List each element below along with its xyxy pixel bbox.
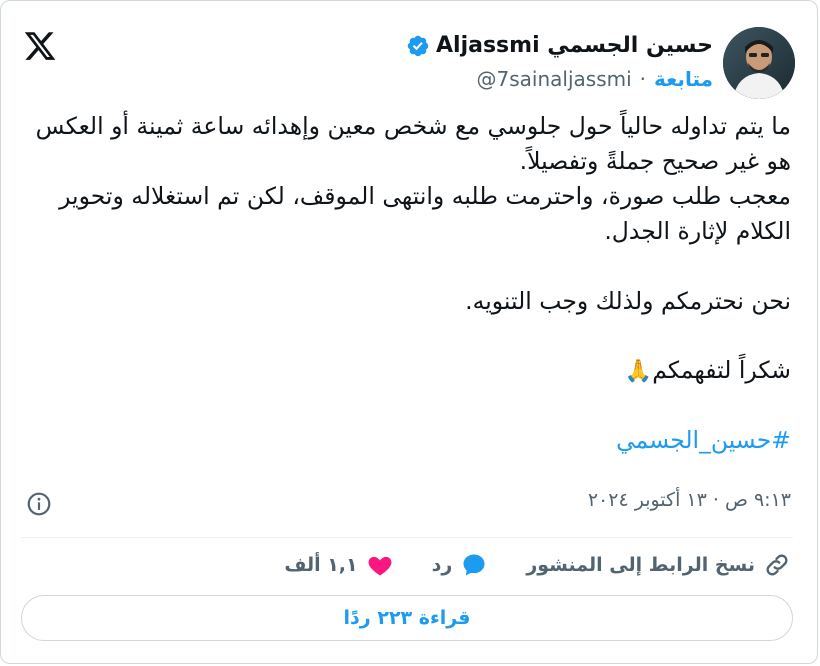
hashtag-link[interactable]: #حسين_الجسمي	[616, 426, 791, 454]
tweet-paragraph-2: معجب طلب صورة، واحترمت طلبه وانتهى الموق…	[59, 182, 791, 245]
author-handle[interactable]: @7sainaljassmi	[477, 67, 632, 91]
follow-button[interactable]: متابعة	[654, 67, 713, 91]
like-button[interactable]: ١,١ ألف	[284, 551, 393, 579]
heart-icon	[368, 556, 392, 576]
separator-dot: ·	[639, 67, 647, 91]
display-name[interactable]: حسين الجسمي Aljassmi	[436, 33, 713, 58]
author-handle-row: متابعة · @7sainaljassmi	[477, 67, 713, 91]
folded-hands-emoji: 🙏	[624, 359, 653, 384]
read-replies-label: قراءة ٢٢٣ ردًا	[343, 607, 471, 629]
avatar[interactable]	[723, 27, 795, 99]
tweet-card: حسين الجسمي Aljassmi متابعة · @7sainalja…	[0, 0, 818, 664]
reply-button[interactable]: رد	[432, 551, 489, 579]
likes-count: ١,١ ألف	[284, 554, 358, 576]
tweet-text: ما يتم تداوله حالياً حول جلوسي مع شخص مع…	[21, 109, 791, 458]
link-icon	[766, 554, 788, 576]
verified-badge-icon	[407, 35, 429, 56]
tweet-timestamp[interactable]: ٩:١٣ ص · ١٣ أكتوبر ٢٠٢٤	[588, 489, 791, 511]
read-replies-button[interactable]: قراءة ٢٢٣ ردًا	[21, 595, 793, 641]
avatar-image	[723, 27, 795, 99]
reply-bubble-icon	[463, 554, 485, 576]
copy-link-label: نسخ الرابط إلى المنشور	[526, 554, 755, 576]
author-name-row[interactable]: حسين الجسمي Aljassmi	[406, 33, 713, 58]
copy-link-button[interactable]: نسخ الرابط إلى المنشور	[526, 551, 791, 579]
tweet-thanks-text: شكراً لتفهمكم	[652, 356, 791, 384]
tweet-paragraph-4: شكراً لتفهمكم🙏	[21, 353, 791, 389]
tweet-paragraph-1: ما يتم تداوله حالياً حول جلوسي مع شخص مع…	[35, 112, 791, 175]
action-bar: نسخ الرابط إلى المنشور رد ١,١ ألف	[21, 551, 791, 579]
divider	[21, 537, 793, 538]
tweet-paragraph-3: نحن نحترمكم ولذلك وجب التنويه.	[465, 287, 791, 315]
x-logo-icon[interactable]	[23, 29, 57, 63]
reply-label: رد	[431, 554, 453, 576]
info-icon[interactable]	[26, 491, 52, 517]
